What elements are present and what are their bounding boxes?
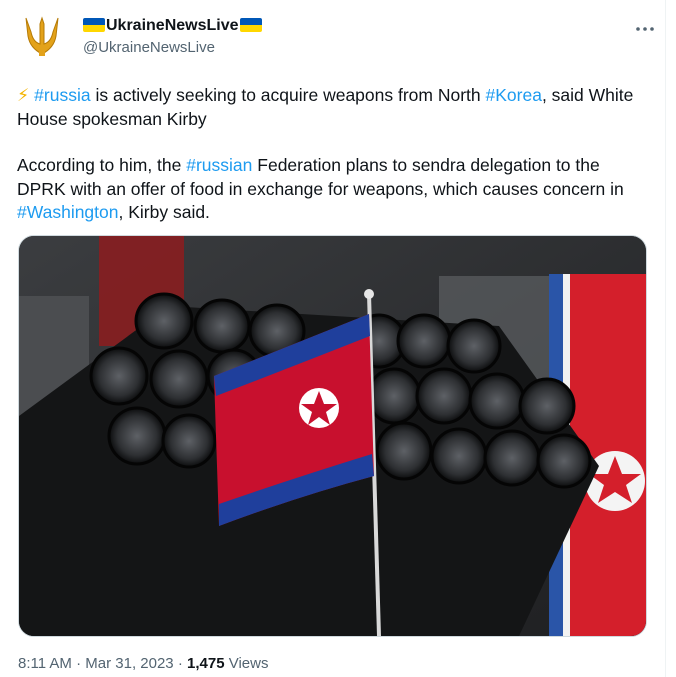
- text-segment: , Kirby said.: [118, 202, 210, 222]
- tweet-photo[interactable]: [18, 235, 647, 637]
- tweet-paragraph-2: According to him, the #russian Federatio…: [17, 154, 647, 225]
- tweet-paragraph-1: ⚡ #russia is actively seeking to acquire…: [17, 84, 647, 131]
- tweet-metadata: 8:11 AM · Mar 31, 2023 · 1,475 Views: [18, 654, 268, 674]
- more-options-button[interactable]: [634, 18, 656, 40]
- user-handle[interactable]: @UkraineNewsLive: [83, 38, 262, 58]
- tweet-text: ⚡ #russia is actively seeking to acquire…: [17, 84, 647, 225]
- ukraine-flag-icon: [83, 18, 105, 32]
- hashtag-russia[interactable]: #russia: [34, 85, 90, 105]
- separator: ·: [71, 655, 86, 672]
- display-name-text: UkraineNewsLive: [106, 17, 239, 34]
- tweet-time[interactable]: 8:11 AM: [18, 655, 72, 672]
- photo-illustration: [19, 236, 646, 636]
- text-segment: is actively seeking to acquire weapons f…: [90, 85, 486, 105]
- trident-icon: [25, 16, 59, 56]
- avatar[interactable]: [18, 12, 66, 60]
- display-name[interactable]: UkraineNewsLive: [83, 16, 262, 36]
- timeline-border: [665, 0, 666, 677]
- hashtag-washington[interactable]: #Washington: [17, 202, 119, 222]
- lightning-icon: ⚡: [17, 85, 30, 105]
- views-label: Views: [224, 655, 269, 672]
- ukraine-flag-icon: [239, 18, 262, 32]
- more-horizontal-icon: [636, 27, 654, 31]
- hashtag-korea[interactable]: #Korea: [486, 85, 542, 105]
- text-segment: According to him, the: [17, 155, 187, 175]
- views-count: 1,475: [187, 655, 225, 672]
- tweet-header: UkraineNewsLive @UkraineNewsLive: [18, 10, 656, 64]
- author-names: UkraineNewsLive @UkraineNewsLive: [83, 16, 262, 58]
- tweet-date[interactable]: Mar 31, 2023: [85, 655, 173, 672]
- hashtag-russian[interactable]: #russian: [186, 155, 252, 175]
- separator: ·: [173, 655, 187, 672]
